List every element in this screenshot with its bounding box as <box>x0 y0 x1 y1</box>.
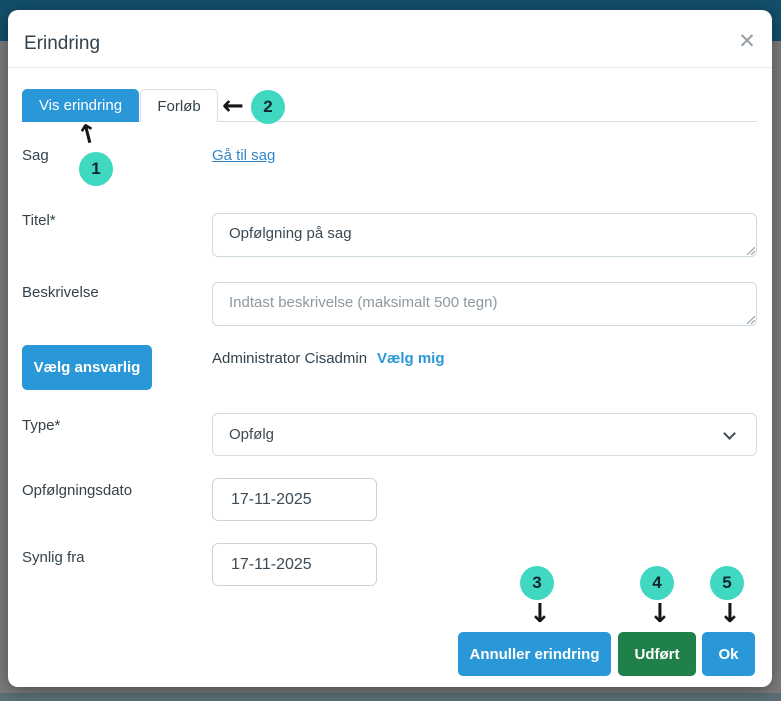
annotation-marker-5: 5 <box>710 566 744 600</box>
gaa-til-sag-link[interactable]: Gå til sag <box>212 147 275 164</box>
chevron-down-icon <box>723 427 736 440</box>
annotation-arrow-down-3-icon: ↓ <box>529 601 551 627</box>
annotation-arrow-down-4-icon: ↓ <box>649 601 671 627</box>
tab-vis-erindring-label: Vis erindring <box>39 97 122 114</box>
vaelg-mig-link[interactable]: Vælg mig <box>377 350 445 367</box>
annuller-erindring-button[interactable]: Annuller erindring <box>458 632 611 676</box>
tab-forloeb[interactable]: Forløb <box>140 89 218 122</box>
beskrivelse-label: Beskrivelse <box>22 284 99 301</box>
type-select-value: Opfølg <box>229 426 274 443</box>
tab-forloeb-label: Forløb <box>157 98 200 115</box>
annotation-marker-3: 3 <box>520 566 554 600</box>
close-icon[interactable]: ✕ <box>730 24 764 58</box>
type-label: Type* <box>22 417 60 434</box>
annotation-arrow-left-icon: ← <box>222 93 244 119</box>
ok-button[interactable]: Ok <box>702 632 755 676</box>
annotation-marker-1: 1 <box>79 152 113 186</box>
type-select[interactable]: Opfølg <box>212 413 757 456</box>
annotation-arrow-down-5-icon: ↓ <box>719 601 741 627</box>
opfoelgningsdato-input[interactable] <box>212 478 377 521</box>
vaelg-ansvarlig-button[interactable]: Vælg ansvarlig <box>22 345 152 390</box>
opfoelgningsdato-label: Opfølgningsdato <box>22 482 132 499</box>
tab-vis-erindring[interactable]: Vis erindring <box>22 89 139 122</box>
sag-label: Sag <box>22 147 49 164</box>
titel-input[interactable]: Opfølgning på sag <box>212 213 757 257</box>
ansvarlig-value: Administrator Cisadmin <box>212 350 367 367</box>
titel-label: Titel* <box>22 212 56 229</box>
annotation-marker-2: 2 <box>251 90 285 124</box>
synlig-fra-input[interactable] <box>212 543 377 586</box>
udfoert-button[interactable]: Udført <box>618 632 696 676</box>
modal-title: Erindring <box>24 33 100 55</box>
beskrivelse-input[interactable] <box>212 282 757 326</box>
annotation-marker-4: 4 <box>640 566 674 600</box>
header-divider <box>8 67 772 68</box>
synlig-fra-label: Synlig fra <box>22 549 85 566</box>
page-bottom-bar <box>0 693 781 701</box>
